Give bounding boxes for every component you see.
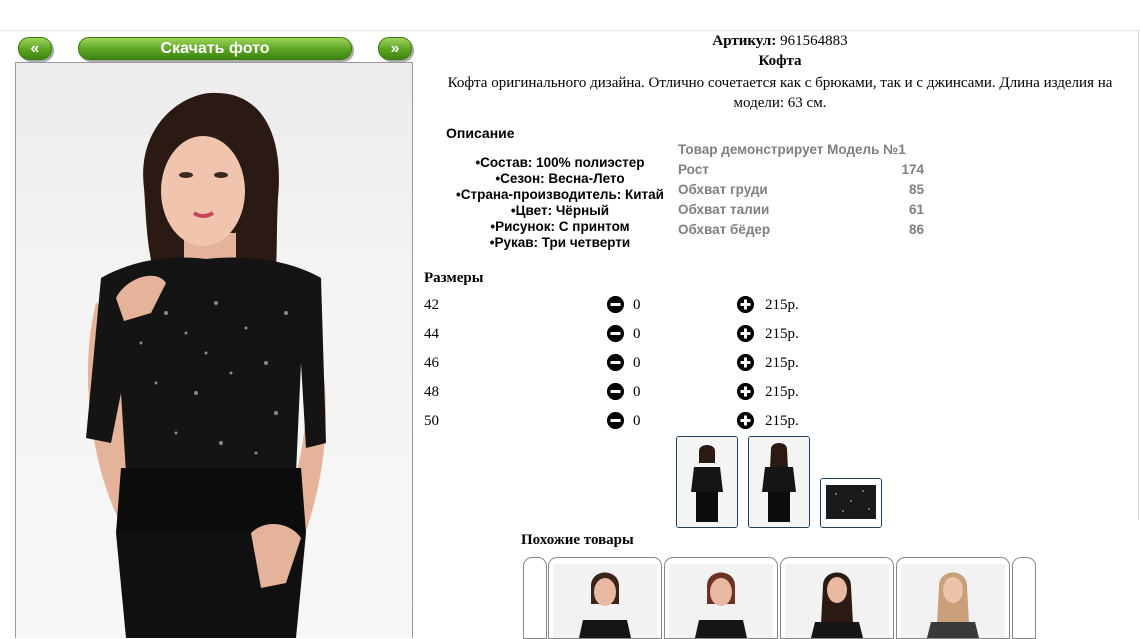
quantity-value: 0 bbox=[633, 413, 641, 429]
prev-photo-button[interactable]: « bbox=[18, 37, 52, 60]
details-heading: Описание bbox=[446, 125, 515, 141]
size-label: 46 bbox=[424, 355, 439, 371]
main-product-photo bbox=[15, 62, 413, 638]
details-item: Цвет: Чёрный bbox=[438, 203, 682, 219]
similar-scroll-left[interactable] bbox=[523, 557, 547, 639]
model-row-value: 86 bbox=[908, 222, 924, 237]
minus-circle-icon[interactable] bbox=[607, 296, 624, 313]
sku-value: 961564883 bbox=[780, 33, 848, 49]
similar-product-card[interactable] bbox=[664, 557, 778, 639]
model-row-label: Рост bbox=[678, 162, 709, 177]
model-row-label: Обхват бёдер bbox=[678, 222, 771, 237]
size-row: 44 0 215р. bbox=[424, 324, 824, 346]
sku-label: Артикул: bbox=[712, 33, 777, 49]
plus-circle-icon[interactable] bbox=[737, 383, 754, 400]
model-row-label: Обхват груди bbox=[678, 182, 768, 197]
similar-products-heading: Похожие товары bbox=[521, 532, 634, 548]
minus-circle-icon[interactable] bbox=[607, 383, 624, 400]
product-title: Кофта bbox=[758, 53, 802, 69]
top-divider bbox=[0, 30, 1140, 31]
sizes-heading: Размеры bbox=[424, 270, 484, 286]
plus-circle-icon[interactable] bbox=[737, 412, 754, 429]
details-item: Рукав: Три четверти bbox=[438, 235, 682, 251]
product-description: Кофта оригинального дизайна. Отлично соч… bbox=[447, 75, 1113, 111]
size-label: 42 bbox=[424, 297, 439, 313]
details-item: Рисунок: С принтом bbox=[438, 219, 682, 235]
similar-product-image bbox=[669, 564, 773, 638]
model-row-value: 85 bbox=[908, 182, 924, 197]
sku-line: Артикул: 961564883 bbox=[422, 33, 1138, 50]
price-value: 215р. bbox=[765, 355, 799, 371]
size-label: 50 bbox=[424, 413, 439, 429]
similar-product-card[interactable] bbox=[548, 557, 662, 639]
model-row-value: 61 bbox=[908, 202, 924, 217]
plus-circle-icon[interactable] bbox=[737, 325, 754, 342]
size-row: 48 0 215р. bbox=[424, 382, 824, 404]
photo-thumbnail-front[interactable] bbox=[676, 436, 738, 528]
model-heading-text: Товар демонстрирует Модель №1 bbox=[678, 142, 906, 157]
photo-thumbnail-fabric[interactable] bbox=[820, 478, 882, 528]
similar-product-card[interactable] bbox=[896, 557, 1010, 639]
price-value: 215р. bbox=[765, 297, 799, 313]
similar-product-image bbox=[785, 564, 889, 638]
size-row: 50 0 215р. bbox=[424, 411, 824, 433]
model-row: Обхват талии 61 bbox=[678, 200, 924, 220]
photo-thumbnail-back[interactable] bbox=[748, 436, 810, 528]
model-heading: Товар демонстрирует Модель №1 bbox=[678, 140, 924, 160]
model-row: Рост 174 bbox=[678, 160, 924, 180]
model-row-value: 174 bbox=[901, 162, 924, 177]
quantity-value: 0 bbox=[633, 326, 641, 342]
download-photo-button[interactable]: Скачать фото bbox=[78, 37, 352, 60]
price-value: 215р. bbox=[765, 326, 799, 342]
details-item: Страна-производитель: Китай bbox=[438, 187, 682, 203]
quantity-value: 0 bbox=[633, 297, 641, 313]
quantity-value: 0 bbox=[633, 384, 641, 400]
price-value: 215р. bbox=[765, 384, 799, 400]
details-item: Состав: 100% полиэстер bbox=[438, 155, 682, 171]
model-row: Обхват груди 85 bbox=[678, 180, 924, 200]
size-label: 48 bbox=[424, 384, 439, 400]
details-list: Состав: 100% полиэстер Сезон: Весна-Лето… bbox=[438, 155, 682, 251]
model-photo-illustration bbox=[86, 92, 326, 638]
plus-circle-icon[interactable] bbox=[737, 296, 754, 313]
minus-circle-icon[interactable] bbox=[607, 325, 624, 342]
size-label: 44 bbox=[424, 326, 439, 342]
price-value: 215р. bbox=[765, 413, 799, 429]
model-measurements: Товар демонстрирует Модель №1 Рост 174 Об… bbox=[678, 140, 924, 240]
similar-scroll-right[interactable] bbox=[1012, 557, 1036, 639]
plus-circle-icon[interactable] bbox=[737, 354, 754, 371]
size-row: 46 0 215р. bbox=[424, 353, 824, 375]
quantity-value: 0 bbox=[633, 355, 641, 371]
model-row: Обхват бёдер 86 bbox=[678, 220, 924, 240]
right-divider bbox=[1138, 30, 1139, 520]
similar-product-image bbox=[901, 564, 1005, 638]
minus-circle-icon[interactable] bbox=[607, 412, 624, 429]
next-photo-button[interactable]: » bbox=[378, 37, 412, 60]
similar-product-card[interactable] bbox=[780, 557, 894, 639]
minus-circle-icon[interactable] bbox=[607, 354, 624, 371]
details-item: Сезон: Весна-Лето bbox=[438, 171, 682, 187]
similar-product-image bbox=[553, 564, 657, 638]
model-row-label: Обхват талии bbox=[678, 202, 770, 217]
size-row: 42 0 215р. bbox=[424, 295, 824, 317]
